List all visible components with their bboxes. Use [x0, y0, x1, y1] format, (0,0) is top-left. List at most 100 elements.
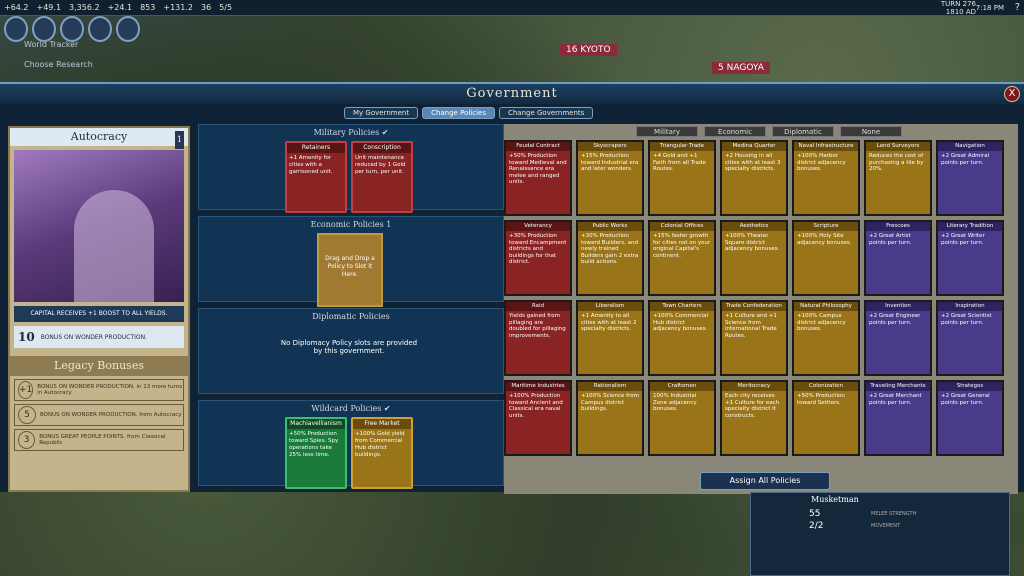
policy-grid: Feudal Contract +50% Production toward Me…	[504, 140, 1018, 456]
policy-card[interactable]: Raid Yields gained from pillaging are dou…	[504, 300, 572, 376]
card-text: +100% Harbor district adjacency bonuses.	[797, 153, 846, 172]
choose-research[interactable]: Choose Research	[24, 60, 93, 69]
card-title: Maritime Industries	[506, 382, 570, 391]
policy-slots: Military Policies ✔ Retainers +1 Amenity …	[198, 124, 504, 494]
card-title: Naval Infrastructure	[794, 142, 858, 151]
policy-card[interactable]: Literary Tradition +2 Great Writer points…	[936, 220, 1004, 296]
religion-icon[interactable]	[88, 16, 112, 42]
city-banner-nagoya[interactable]: 5 NAGOYA	[712, 62, 770, 74]
policy-card-conscription[interactable]: Conscription Unit maintenance reduced by …	[351, 141, 413, 213]
policy-card[interactable]: Feudal Contract +50% Production toward Me…	[504, 140, 572, 216]
card-title: Land Surveyors	[866, 142, 930, 151]
policy-card[interactable]: Liberalism +1 Amenity to all cities with …	[576, 300, 644, 376]
melee-label: MELEE STRENGTH	[871, 511, 917, 517]
assign-all-policies-button[interactable]: Assign All Policies	[700, 472, 830, 490]
wildcard-header: Wildcard Policies ✔	[311, 404, 391, 413]
policy-card[interactable]: Frescoes +2 Great Artist points per turn.	[864, 220, 932, 296]
turn-number: TURN 276	[940, 0, 976, 8]
filter-diplomatic[interactable]: Diplomatic	[772, 126, 834, 137]
culture-advisor-icon[interactable]	[32, 16, 56, 42]
government-icon[interactable]	[60, 16, 84, 42]
filter-military[interactable]: Military	[636, 126, 698, 137]
policy-card[interactable]: Inspiration +2 Great Scientist points per…	[936, 300, 1004, 376]
slot-count: 1	[174, 131, 184, 149]
policy-card[interactable]: Craftsmen 100% Industrial Zone adjacency …	[648, 380, 716, 456]
policy-card[interactable]: Colonization +50% Production toward Settl…	[792, 380, 860, 456]
close-button[interactable]: X	[1004, 86, 1020, 102]
card-text: +100% Holy Site adjacency bonuses.	[797, 233, 852, 246]
trade-routes: 5/5	[219, 3, 233, 12]
card-text: +2 Great Writer points per turn.	[941, 233, 985, 246]
science-advisor-icon[interactable]	[4, 16, 28, 42]
help-icon[interactable]: ?	[1015, 2, 1020, 13]
tab-change-policies[interactable]: Change Policies	[422, 107, 495, 119]
game-year: 1810 AD	[945, 8, 976, 16]
policy-card[interactable]: Invention +2 Great Engineer points per tu…	[864, 300, 932, 376]
filter-none[interactable]: None	[840, 126, 902, 137]
policy-card[interactable]: Scripture +100% Holy Site adjacency bonus…	[792, 220, 860, 296]
policy-card[interactable]: Traveling Merchants +2 Great Merchant poi…	[864, 380, 932, 456]
policy-card[interactable]: Meritocracy Each city receives +1 Culture…	[720, 380, 788, 456]
tab-change-governments[interactable]: Change Governments	[498, 107, 594, 119]
card-text: +50% Production toward Settlers.	[797, 393, 845, 406]
policy-card[interactable]: Veterancy +30% Production toward Encampme…	[504, 220, 572, 296]
legacy-value: +1	[18, 381, 34, 399]
card-title: Colonization	[794, 382, 858, 391]
unit-moves: 2/2	[809, 521, 824, 531]
unit-name: Musketman	[811, 495, 859, 504]
diplomatic-empty-text: No Diplomacy Policy slots are provided b…	[280, 339, 418, 355]
world-tracker[interactable]: World Tracker	[24, 40, 78, 49]
policy-card-free-market[interactable]: Free Market +100% Gold yield from Commerc…	[351, 417, 413, 489]
policy-card[interactable]: Skyscrapers +15% Production toward Indust…	[576, 140, 644, 216]
empty-economic-slot[interactable]: Drag and Drop a Policy to Slot it Here.	[317, 233, 383, 307]
card-title: Skyscrapers	[578, 142, 642, 151]
turn-display: TURN 276 1810 AD	[941, 0, 976, 16]
government-screen: Government X My Government Change Polici…	[0, 82, 1024, 494]
policy-card[interactable]: Naval Infrastructure +100% Harbor distric…	[792, 140, 860, 216]
card-title: Strategos	[938, 382, 1002, 391]
statue-image	[74, 190, 154, 302]
card-text: +50% Production toward Medieval and Rena…	[509, 153, 567, 185]
card-title: Navigation	[938, 142, 1002, 151]
card-title: Invention	[866, 302, 930, 311]
policy-card[interactable]: Land Surveyors Reduces the cost of purcha…	[864, 140, 932, 216]
policy-card[interactable]: Navigation +2 Great Admiral points per tu…	[936, 140, 1004, 216]
policy-card[interactable]: Rationalism +100% Science from Campus dis…	[576, 380, 644, 456]
clock: 7:18 PM	[975, 4, 1004, 12]
gold-total: 853	[140, 3, 156, 12]
policy-card[interactable]: Colonial Offices +15% faster growth for c…	[648, 220, 716, 296]
culture-rate: +49.1	[36, 3, 62, 12]
card-text: +30% Production toward Encampment distri…	[509, 233, 567, 265]
legacy-value: 3	[18, 431, 36, 449]
tourism-total: 36	[200, 3, 212, 12]
unit-panel: Musketman 55 2/2 MELEE STRENGTH MOVEMENT	[750, 492, 1010, 576]
policy-card[interactable]: Natural Philosophy +100% Campus district …	[792, 300, 860, 376]
card-title: Retainers	[287, 143, 345, 153]
filter-economic[interactable]: Economic	[704, 126, 766, 137]
policy-card[interactable]: Trade Confederation +1 Culture and +1 Sci…	[720, 300, 788, 376]
legacy-text: BONUS ON WONDER PRODUCTION. in 13 more t…	[37, 384, 183, 396]
policy-card[interactable]: Town Charters +100% Commercial Hub distri…	[648, 300, 716, 376]
great-people-icon[interactable]	[116, 16, 140, 42]
card-text: +2 Great Engineer points per turn.	[869, 313, 921, 326]
policy-card[interactable]: Triangular Trade +4 Gold and +1 Faith fro…	[648, 140, 716, 216]
policy-card[interactable]: Maritime Industries +100% Production towa…	[504, 380, 572, 456]
legacy-item: 5 BONUS ON WONDER PRODUCTION. from Autocr…	[14, 404, 184, 426]
city-banner-kyoto[interactable]: 16 KYOTO	[560, 44, 617, 56]
policy-card[interactable]: Public Works +30% Production toward Build…	[576, 220, 644, 296]
policy-card-machiavellianism[interactable]: Machiavellianism +50% Production toward S…	[285, 417, 347, 489]
policy-filters: Military Economic Diplomatic None	[636, 126, 902, 137]
card-title: Meritocracy	[722, 382, 786, 391]
policy-card[interactable]: Medina Quarter +2 Housing in all cities w…	[720, 140, 788, 216]
faith-rate: +24.1	[107, 3, 133, 12]
policy-card-retainers[interactable]: Retainers +1 Amenity for cities with a ga…	[285, 141, 347, 213]
card-title: Triangular Trade	[650, 142, 714, 151]
card-text: +2 Great Artist points per turn.	[869, 233, 912, 246]
card-text: +100% Campus district adjacency bonuses.	[797, 313, 846, 332]
diplomatic-header: Diplomatic Policies	[312, 312, 390, 321]
card-title: Rationalism	[578, 382, 642, 391]
card-text: +100% Production toward Ancient and Clas…	[509, 393, 563, 419]
policy-card[interactable]: Aesthetics +100% Theater Square district …	[720, 220, 788, 296]
tab-my-government[interactable]: My Government	[344, 107, 419, 119]
policy-card[interactable]: Strategos +2 Great General points per tur…	[936, 380, 1004, 456]
